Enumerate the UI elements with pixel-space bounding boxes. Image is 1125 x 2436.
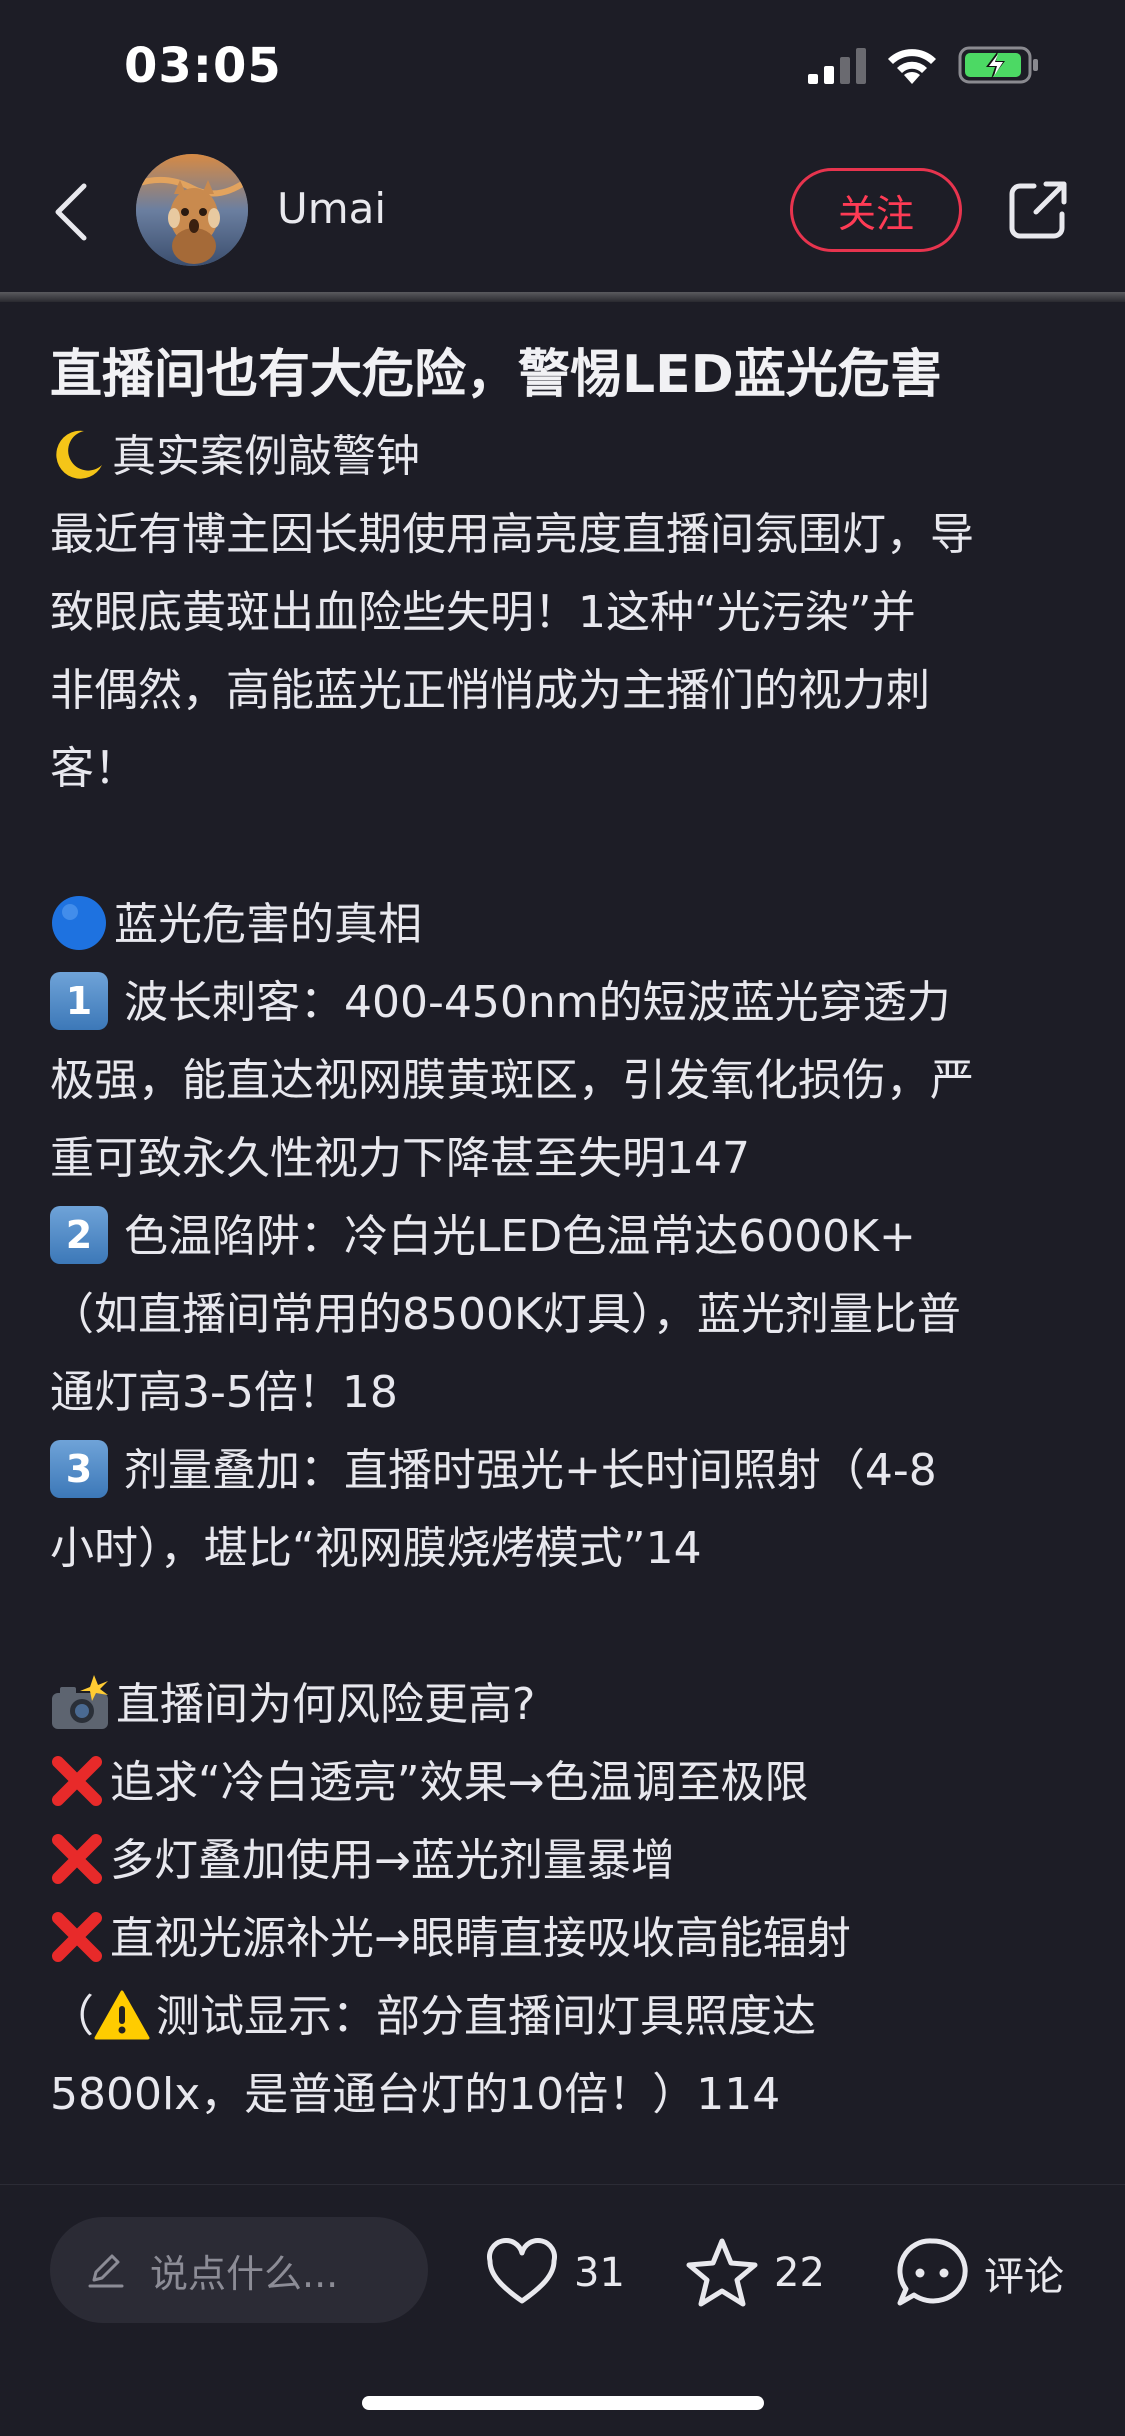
blue-circle-icon <box>52 896 106 950</box>
camera-flash-icon <box>52 1675 108 1729</box>
text-line: 重可致永久性视力下降甚至失明147 <box>50 1133 750 1184</box>
list-item: 1 波长刺客：400-450nm的短波蓝光穿透力 <box>50 964 1080 1042</box>
list-item: 2 色温陷阱：冷白光LED色温常达6000K+ <box>50 1198 1080 1276</box>
post-content: 直播间也有大危险，警惕LED蓝光危害 真实案例敲警钟 最近有博主因长期使用高亮度… <box>50 338 1080 2134</box>
list-item: 3 剂量叠加：直播时强光+长时间照射（4-8 <box>50 1432 1080 1510</box>
chat-bubble-icon <box>897 2238 968 2306</box>
post-title: 直播间也有大危险，警惕LED蓝光危害 <box>50 345 942 405</box>
pencil-icon <box>88 2254 124 2288</box>
text-line: 致眼底黄斑出血险些失明！1这种“光污染”并 <box>50 587 916 638</box>
comment-placeholder: 说点什么... <box>150 2251 339 2296</box>
text-line: 小时），堪比“视网膜烧烤模式”14 <box>50 1523 702 1574</box>
comment-label: 评论 <box>984 2254 1064 2300</box>
section-heading: 直播间为何风险更高? <box>50 1666 1080 1744</box>
image-carousel-edge <box>0 292 1125 302</box>
cross-mark-icon <box>52 1912 102 1962</box>
home-indicator[interactable] <box>362 2396 764 2410</box>
status-time: 03:05 <box>124 38 282 94</box>
cross-mark-icon <box>52 1834 102 1884</box>
crescent-moon-icon <box>56 430 102 479</box>
share-icon[interactable] <box>1006 178 1070 242</box>
section-heading: 蓝光危害的真相 <box>50 886 1080 964</box>
follow-button[interactable]: 关注 <box>790 168 962 252</box>
text-line: 通灯高3-5倍！18 <box>50 1367 398 1418</box>
author-name[interactable]: Umai <box>277 184 386 233</box>
text-line: 5800lx，是普通台灯的10倍！）114 <box>50 2069 781 2120</box>
battery-charging-icon <box>958 46 1038 84</box>
text-line: 极强，能直达视网膜黄斑区，引发氧化损伤，严 <box>50 1055 974 1106</box>
like-button[interactable]: 31 <box>482 2233 625 2313</box>
text-line: （如直播间常用的8500K灯具），蓝光剂量比普 <box>50 1289 961 1340</box>
comment-button[interactable]: 评论 <box>892 2233 1064 2313</box>
wifi-icon <box>888 49 936 84</box>
text-line: 客！ <box>50 743 138 794</box>
list-item: 多灯叠加使用→蓝光剂量暴增 <box>50 1822 1080 1900</box>
keycap-one-icon: 1 <box>50 972 108 1030</box>
cellular-signal-icon <box>808 48 866 84</box>
note-line: （ 测试显示：部分直播间灯具照度达 <box>50 1990 816 2042</box>
list-item: 直视光源补光→眼睛直接吸收高能辐射 <box>50 1900 1080 1978</box>
text-line: 非偶然，高能蓝光正悄悄成为主播们的视力刺 <box>50 665 930 716</box>
status-bar: 03:05 <box>0 0 1125 135</box>
star-icon <box>686 2238 758 2307</box>
like-count: 31 <box>574 2250 625 2296</box>
keycap-three-icon: 3 <box>50 1440 108 1498</box>
favorite-button[interactable]: 22 <box>682 2233 825 2313</box>
heart-icon <box>487 2238 557 2304</box>
text-line: 最近有博主因长期使用高亮度直播间氛围灯，导 <box>50 509 974 560</box>
warning-icon <box>94 1990 150 2040</box>
post-header: Umai 关注 <box>0 150 1125 270</box>
keycap-two-icon: 2 <box>50 1206 108 1264</box>
cross-mark-icon <box>52 1756 102 1806</box>
section-heading: 真实案例敲警钟 <box>50 418 1080 496</box>
back-icon[interactable] <box>48 180 96 244</box>
avatar[interactable] <box>136 154 248 266</box>
list-item: 追求“冷白透亮”效果→色温调至极限 <box>50 1744 1080 1822</box>
favorite-count: 22 <box>774 2250 825 2296</box>
comment-input[interactable]: 说点什么... <box>50 2217 428 2323</box>
